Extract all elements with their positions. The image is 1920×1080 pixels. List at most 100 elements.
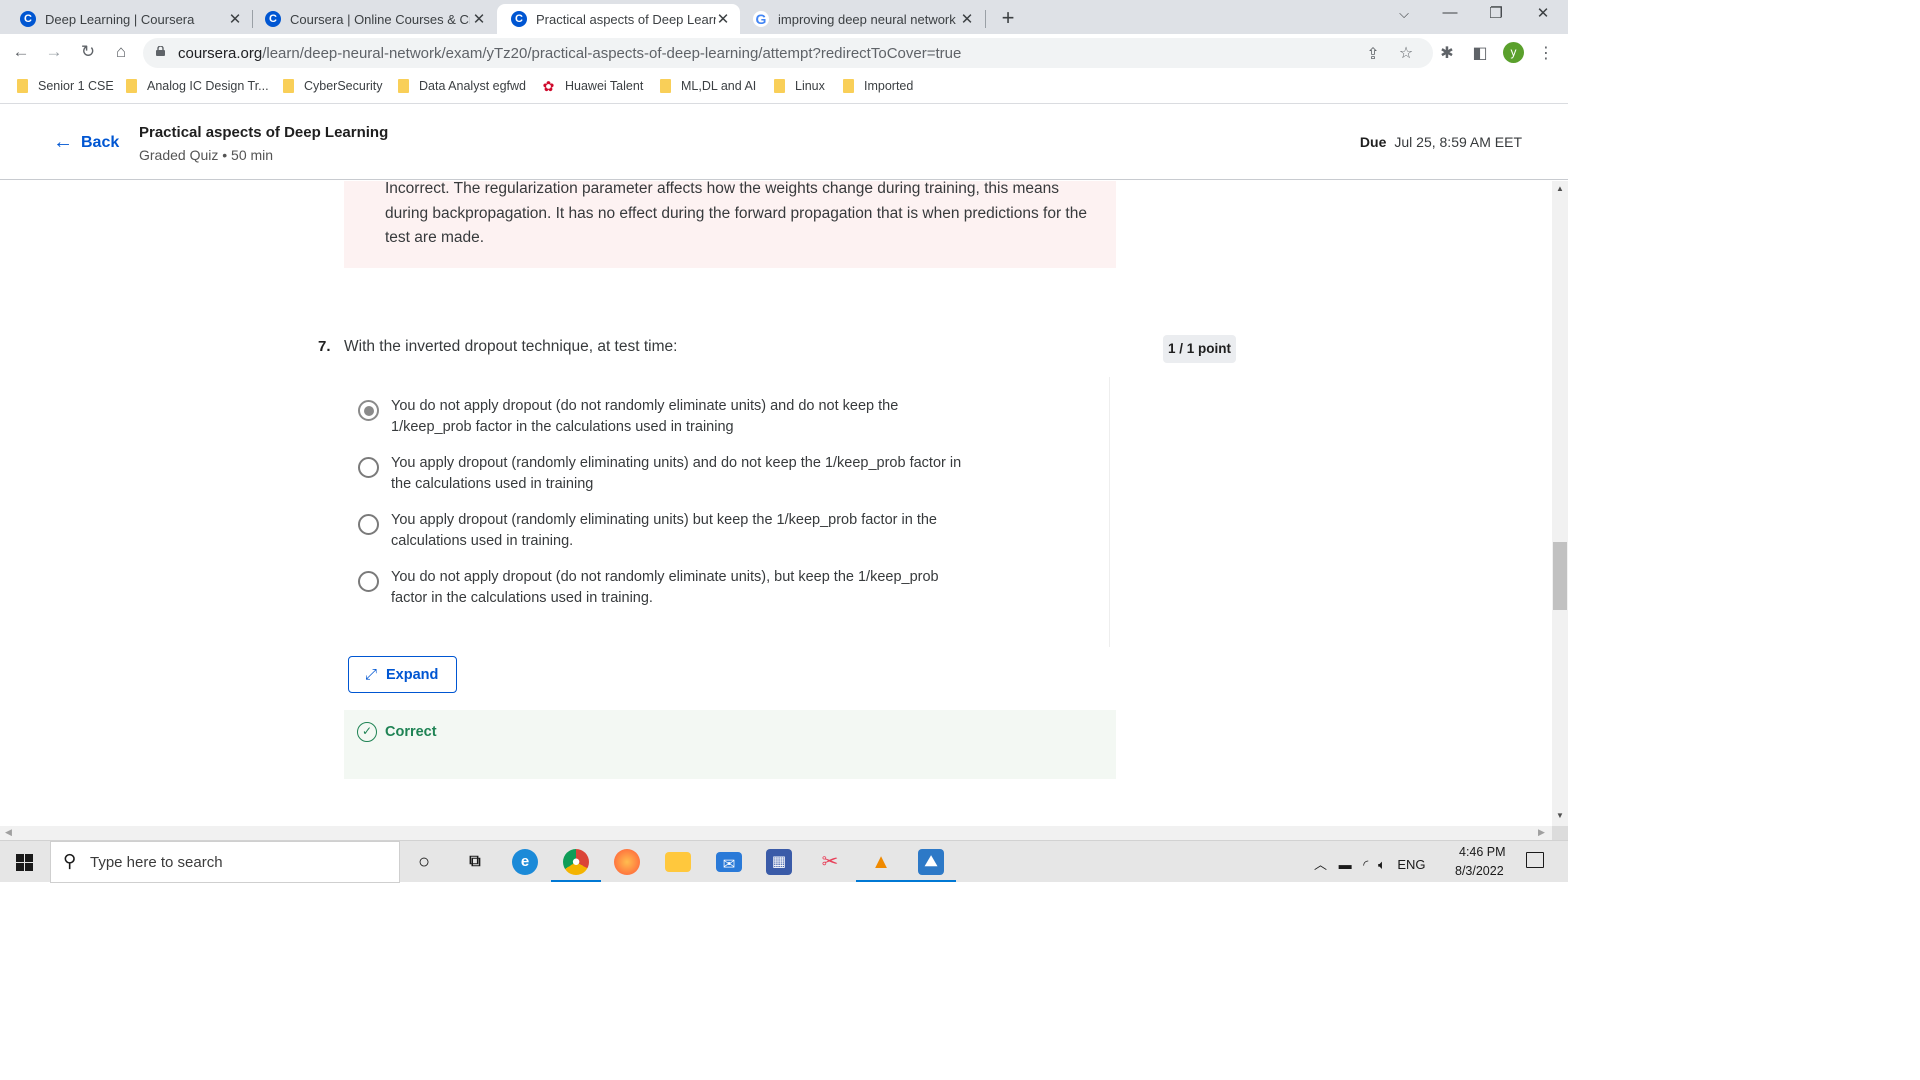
reload-icon[interactable]: ↻ xyxy=(77,42,99,62)
extensions-icon[interactable]: ✱ xyxy=(1437,43,1457,63)
close-window-button[interactable]: ✕ xyxy=(1533,4,1553,22)
bookmark-folder[interactable]: CyberSecurity xyxy=(283,79,383,93)
radio-button[interactable] xyxy=(358,457,379,478)
bookmark-folder[interactable]: Senior 1 CSE xyxy=(17,79,114,93)
quiz-content: Incorrect. The regularization parameter … xyxy=(0,181,1552,826)
profile-avatar[interactable]: y xyxy=(1503,42,1524,63)
windows-taskbar: ⚲ Type here to search ○ ⧉ e ● ✉ ▦ ✂ ▲ ⛰ … xyxy=(0,840,1568,883)
menu-kebab-icon[interactable]: ⋮ xyxy=(1536,43,1556,63)
file-explorer-icon[interactable] xyxy=(665,852,691,872)
bookmark-folder[interactable]: Imported xyxy=(843,79,913,93)
battery-icon[interactable]: ▬ xyxy=(1339,857,1352,872)
answer-option-label: You apply dropout (randomly eliminating … xyxy=(391,512,937,549)
volume-icon[interactable]: 🔈︎ xyxy=(1378,857,1386,872)
new-tab-button[interactable]: + xyxy=(997,5,1019,31)
huawei-icon: ✿ xyxy=(542,78,555,94)
task-view-icon[interactable]: ⧉ xyxy=(462,849,488,875)
radio-button[interactable] xyxy=(358,571,379,592)
bookmark-label: Imported xyxy=(864,79,914,93)
url-host: coursera.org xyxy=(178,45,263,62)
clock-time[interactable]: 4:46 PM xyxy=(1459,845,1506,859)
wifi-icon[interactable]: ◜ xyxy=(1363,857,1368,872)
url-text: coursera.org/learn/deep-neural-network/e… xyxy=(178,45,961,62)
minimize-button[interactable]: — xyxy=(1440,4,1460,21)
folder-icon xyxy=(660,79,671,93)
home-icon[interactable]: ⌂ xyxy=(110,42,132,62)
scroll-down-arrow-icon[interactable]: ▼ xyxy=(1556,811,1564,820)
back-label: Back xyxy=(81,133,120,151)
tab-title: Practical aspects of Deep Learning xyxy=(536,11,716,27)
bookmark-label: ML,DL and AI xyxy=(681,79,757,93)
tab-title: Coursera | Online Courses & Credentials … xyxy=(290,11,470,27)
bookmark-link[interactable]: ✿ Huawei Talent xyxy=(540,78,644,94)
radio-button-selected[interactable] xyxy=(358,400,379,421)
scroll-left-arrow-icon[interactable]: ◀ xyxy=(5,827,12,838)
taskbar-search-box[interactable]: ⚲ Type here to search xyxy=(50,841,400,883)
cortana-icon[interactable]: ○ xyxy=(411,849,437,875)
snip-sketch-icon[interactable]: ✂ xyxy=(817,849,843,875)
bookmark-folder[interactable]: Linux xyxy=(774,79,825,93)
check-circle-icon: ✓ xyxy=(357,722,377,742)
tab-title: improving deep neural networks xyxy=(778,11,956,27)
scrollbar-thumb[interactable] xyxy=(1553,542,1567,610)
side-panel-icon[interactable]: ◧ xyxy=(1470,43,1490,63)
close-tab-icon[interactable]: ✕ xyxy=(958,10,976,28)
share-icon[interactable]: ⇪ xyxy=(1363,44,1383,64)
scrollbar-corner xyxy=(1552,826,1568,840)
folder-icon xyxy=(774,79,785,93)
bookmark-folder[interactable]: Analog IC Design Tr... xyxy=(126,79,269,93)
tab-title: Deep Learning | Coursera xyxy=(45,11,195,27)
language-indicator[interactable]: ENG xyxy=(1397,857,1425,872)
folder-icon xyxy=(126,79,137,93)
notification-center-icon[interactable] xyxy=(1526,852,1544,868)
bookmark-folder[interactable]: ML,DL and AI xyxy=(660,79,756,93)
back-arrow-icon[interactable]: ← xyxy=(10,42,32,62)
photos-icon[interactable]: ⛰ xyxy=(906,849,956,882)
question-number: 7. xyxy=(318,338,331,355)
close-tab-icon[interactable]: ✕ xyxy=(470,10,488,28)
scroll-right-arrow-icon[interactable]: ▶ xyxy=(1538,827,1545,838)
folder-icon xyxy=(843,79,854,93)
forward-arrow-icon[interactable]: → xyxy=(43,42,65,62)
horizontal-scrollbar[interactable]: ◀ ▶ xyxy=(0,826,1552,840)
restore-button[interactable]: ❐ xyxy=(1486,4,1506,22)
firefox-icon[interactable] xyxy=(614,849,640,875)
radio-button[interactable] xyxy=(358,514,379,535)
bookmark-label: CyberSecurity xyxy=(304,79,383,93)
tab-deep-learning[interactable]: C Deep Learning | Coursera ✕ xyxy=(0,4,252,34)
lock-icon xyxy=(156,46,165,56)
folder-icon xyxy=(17,79,28,93)
quiz-header: ← Back Practical aspects of Deep Learnin… xyxy=(0,105,1568,180)
clock-date[interactable]: 8/3/2022 xyxy=(1455,864,1504,878)
bookmark-folder[interactable]: Data Analyst egfwd xyxy=(398,79,526,93)
tab-google-search[interactable]: G improving deep neural networks ✕ xyxy=(741,4,984,34)
edge-icon[interactable]: e xyxy=(512,849,538,875)
tab-practical-aspects[interactable]: C Practical aspects of Deep Learning ✕ xyxy=(497,4,740,34)
bookmarks-bar: Senior 1 CSE Analog IC Design Tr... Cybe… xyxy=(0,72,1568,104)
tab-coursera-home[interactable]: C Coursera | Online Courses & Credential… xyxy=(253,4,496,34)
url-path: /learn/deep-neural-network/exam/yTz20/pr… xyxy=(262,45,962,62)
due-value: Jul 25, 8:59 AM EET xyxy=(1394,134,1522,150)
vlc-icon[interactable]: ▲ xyxy=(856,849,906,882)
store-icon[interactable]: ▦ xyxy=(766,849,792,875)
close-tab-icon[interactable]: ✕ xyxy=(714,10,732,28)
mail-icon[interactable]: ✉ xyxy=(716,852,742,873)
windows-start-icon[interactable] xyxy=(16,854,33,871)
expand-arrows-icon: ⤢ xyxy=(365,666,378,683)
close-tab-icon[interactable]: ✕ xyxy=(226,10,244,28)
bookmark-label: Senior 1 CSE xyxy=(38,79,114,93)
address-bar[interactable]: coursera.org/learn/deep-neural-network/e… xyxy=(143,38,1433,68)
show-hidden-icons-icon[interactable]: ︿ xyxy=(1314,857,1327,872)
coursera-icon: C xyxy=(265,11,281,27)
vertical-scrollbar[interactable]: ▲ ▼ xyxy=(1552,181,1568,826)
folder-icon xyxy=(398,79,409,93)
back-link[interactable]: ← Back xyxy=(53,131,119,154)
chrome-icon[interactable]: ● xyxy=(551,849,601,882)
bookmark-label: Huawei Talent xyxy=(565,79,644,93)
expand-button[interactable]: ⤢ Expand xyxy=(348,656,457,693)
bookmark-star-icon[interactable]: ☆ xyxy=(1396,43,1416,63)
points-badge: 1 / 1 point xyxy=(1163,335,1237,363)
scroll-up-arrow-icon[interactable]: ▲ xyxy=(1556,184,1564,193)
due-date: Due Jul 25, 8:59 AM EET xyxy=(1360,134,1522,150)
tab-search-icon[interactable]: ⌵ xyxy=(1394,6,1414,22)
